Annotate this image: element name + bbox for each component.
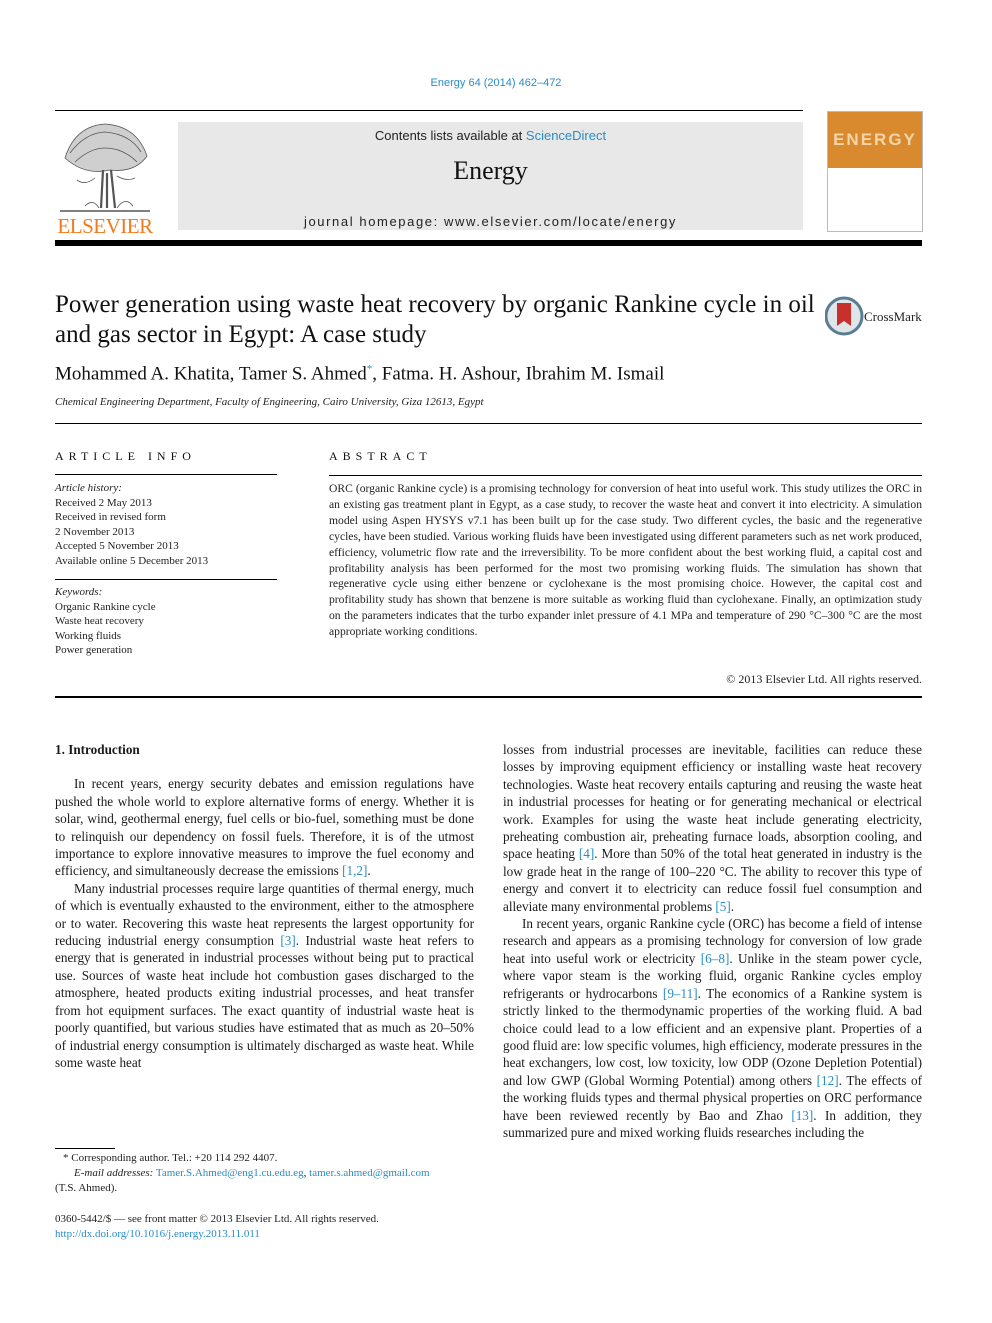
authors-primary: Mohammed A. Khatita, Tamer S. Ahmed	[55, 363, 367, 385]
email-label: E-mail addresses:	[74, 1167, 154, 1179]
abstract-rule	[329, 475, 922, 476]
paragraph: losses from industrial processes are ine…	[503, 741, 922, 915]
issn-line: 0360-5442/$ — see front matter © 2013 El…	[55, 1213, 379, 1225]
history-item: Accepted 5 November 2013	[55, 540, 179, 552]
history-item: Received 2 May 2013	[55, 496, 152, 509]
paragraph-text: .	[367, 863, 371, 879]
paragraph-text: losses from industrial processes are ine…	[503, 742, 922, 862]
elsevier-wordmark: ELSEVIER	[57, 214, 153, 238]
contents-prefix: Contents lists available at	[374, 128, 526, 143]
paragraph: Many industrial processes require large …	[55, 880, 474, 1071]
citation-link[interactable]: [4]	[579, 846, 594, 861]
front-matter: 0360-5442/$ — see front matter © 2013 El…	[55, 1212, 379, 1242]
journal-cover-thumbnail: ENERGY	[827, 111, 923, 232]
body-column-right: losses from industrial processes are ine…	[503, 741, 922, 1141]
citation-link[interactable]: [12]	[817, 1073, 839, 1088]
sciencedirect-link[interactable]: ScienceDirect	[526, 128, 606, 143]
authors-rest: , Fatma. H. Ashour, Ibrahim M. Ismail	[372, 363, 665, 385]
keywords-label: Keywords:	[55, 586, 103, 598]
journal-citation-link[interactable]: Energy 64 (2014) 462–472	[0, 77, 992, 89]
crossmark-label[interactable]: CrossMark	[864, 309, 922, 325]
header-top-rule	[55, 110, 803, 111]
history-item: 2 November 2013	[55, 525, 135, 538]
paragraph-text: In recent years, energy security debates…	[55, 776, 474, 879]
corresponding-author-note: * Corresponding author. Tel.: +20 114 29…	[63, 1152, 278, 1164]
journal-homepage: journal homepage: www.elsevier.com/locat…	[303, 214, 678, 229]
cover-title: ENERGY	[833, 130, 917, 149]
keyword-item: Waste heat recovery	[55, 615, 144, 627]
keywords-rule	[55, 579, 277, 580]
abstract-text: ORC (organic Rankine cycle) is a promisi…	[329, 482, 922, 639]
citation-link[interactable]: [5]	[715, 899, 730, 914]
citation-link[interactable]: [3]	[280, 933, 295, 948]
article-history: Article history: Received 2 May 2013 Rec…	[55, 481, 208, 568]
article-info-rule	[55, 474, 277, 475]
email-link-2[interactable]: tamer.s.ahmed@gmail.com	[309, 1167, 429, 1179]
author-list: Mohammed A. Khatita, Tamer S. Ahmed*, Fa…	[55, 363, 664, 385]
email-link-1[interactable]: Tamer.S.Ahmed@eng1.cu.edu.eg	[156, 1167, 304, 1179]
email-owner: (T.S. Ahmed).	[55, 1182, 118, 1194]
paragraph: In recent years, organic Rankine cycle (…	[503, 915, 922, 1141]
header-thick-rule	[55, 240, 922, 246]
article-title: Power generation using waste heat recove…	[55, 291, 815, 348]
abstract-bottom-rule	[55, 696, 922, 698]
history-item: Available online 5 December 2013	[55, 554, 209, 567]
keyword-item: Working fluids	[55, 629, 122, 642]
citation-link[interactable]: [13]	[791, 1108, 813, 1123]
abstract-heading: ABSTRACT	[329, 449, 432, 463]
citation-link[interactable]: [1,2]	[342, 863, 367, 878]
keyword-item: Power generation	[55, 644, 133, 656]
contents-line: Contents lists available at ScienceDirec…	[178, 128, 803, 143]
body-column-left: 1. Introduction In recent years, energy …	[55, 741, 474, 1071]
title-block-rule	[55, 423, 922, 424]
footnote-rule	[55, 1148, 115, 1149]
keywords: Keywords: Organic Rankine cycle Waste he…	[55, 585, 156, 658]
history-label: Article history:	[55, 482, 122, 494]
email-line: E-mail addresses: Tamer.S.Ahmed@eng1.cu.…	[55, 1166, 485, 1181]
citation-link[interactable]: [9–11]	[663, 986, 698, 1001]
paragraph: In recent years, energy security debates…	[55, 775, 474, 879]
paragraph-text: . Industrial waste heat refers to energy…	[55, 933, 474, 1070]
abstract-copyright: © 2013 Elsevier Ltd. All rights reserved…	[726, 672, 922, 686]
journal-name: Energy	[453, 156, 528, 185]
footnote: * Corresponding author. Tel.: +20 114 29…	[55, 1151, 485, 1196]
article-info-heading: ARTICLE INFO	[55, 449, 196, 463]
history-item: Received in revised form	[55, 511, 166, 523]
paragraph-text: .	[730, 898, 735, 914]
doi-link[interactable]: http://dx.doi.org/10.1016/j.energy.2013.…	[55, 1227, 379, 1242]
citation-link[interactable]: [6–8]	[701, 951, 730, 966]
journal-banner: Contents lists available at ScienceDirec…	[178, 122, 803, 230]
section-heading-introduction: 1. Introduction	[55, 742, 140, 757]
keyword-item: Organic Rankine cycle	[55, 600, 156, 613]
affiliation: Chemical Engineering Department, Faculty…	[55, 396, 484, 408]
